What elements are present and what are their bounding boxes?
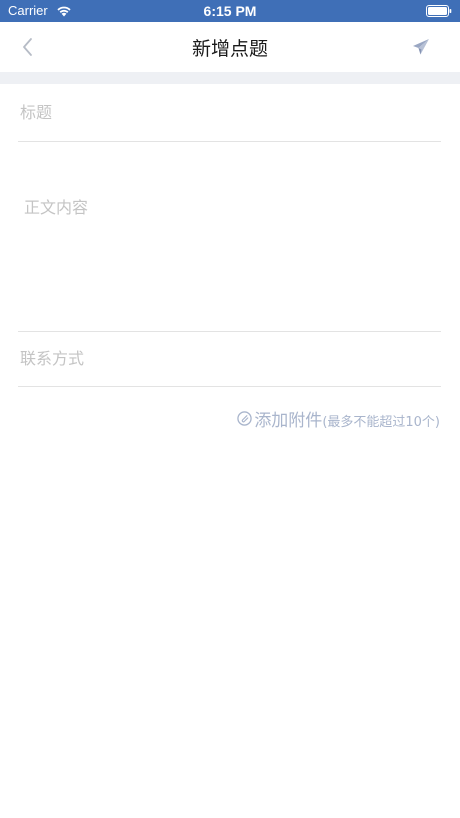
attachment-clip-icon: [237, 411, 253, 426]
attachment-label: 添加附件: [254, 411, 323, 431]
add-attachment-button[interactable]: 添加附件 (最多不能超过10个): [237, 406, 440, 431]
battery-icon: [426, 5, 452, 17]
title-input[interactable]: [18, 84, 443, 141]
status-bar: Carrier 6:15 PM: [0, 0, 460, 22]
navigation-bar: 新增点题: [0, 22, 460, 72]
content-textarea[interactable]: [18, 142, 441, 331]
title-field-row: [18, 84, 443, 142]
contact-input[interactable]: [18, 332, 443, 386]
page-title: 新增点题: [191, 38, 268, 60]
section-divider: [0, 72, 460, 84]
status-time: 6:15 PM: [203, 3, 257, 19]
send-icon[interactable]: [412, 38, 430, 56]
attachment-limit-note: (最多不能超过10个): [322, 415, 440, 430]
contact-field-row: [18, 332, 443, 387]
content-field-row: [18, 142, 441, 332]
